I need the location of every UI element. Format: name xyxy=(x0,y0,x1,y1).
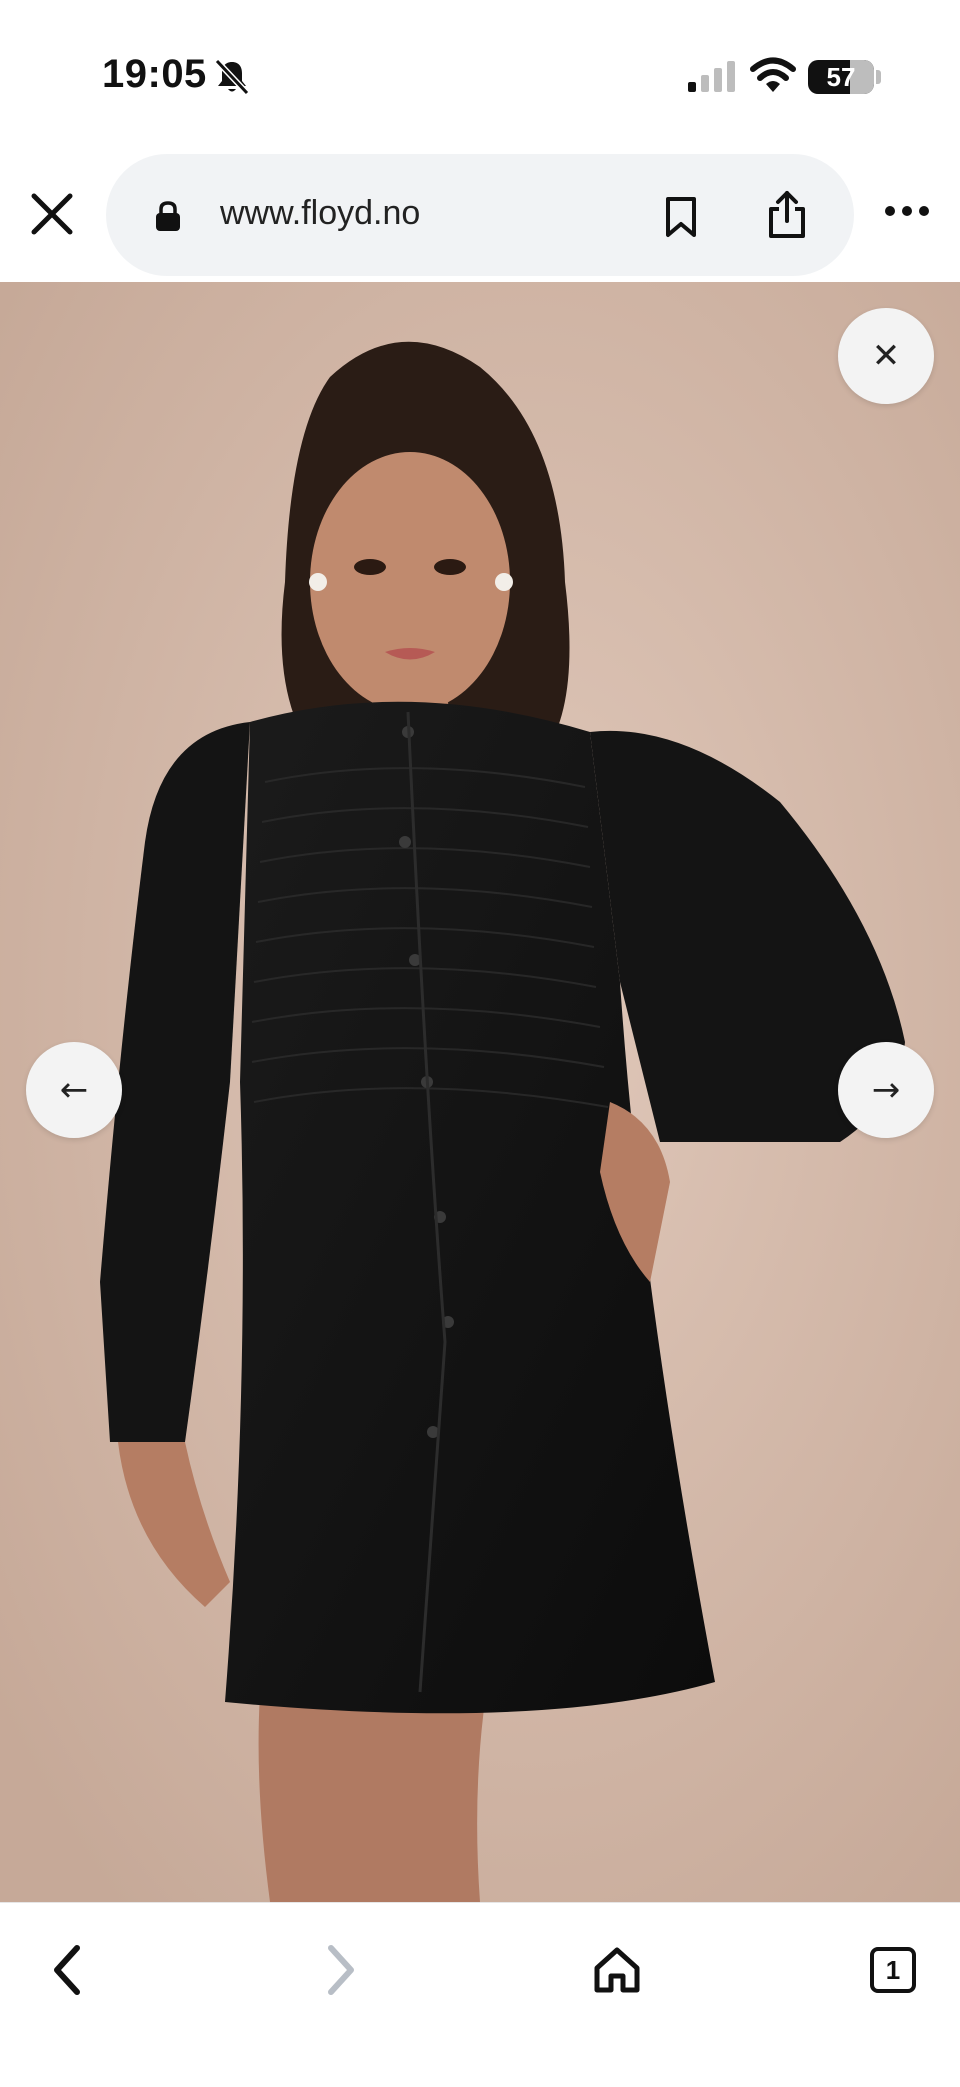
model-photo xyxy=(0,282,960,1902)
lock-icon xyxy=(156,201,180,231)
status-bar: 19:05 57 xyxy=(0,0,960,140)
status-time: 19:05 xyxy=(102,52,207,96)
bottom-toolbar: 1 xyxy=(0,1902,960,2087)
tabs-button[interactable]: 1 xyxy=(848,1925,938,2015)
url-text[interactable]: www.floyd.no xyxy=(220,194,420,233)
chevron-right-icon xyxy=(328,1945,354,1995)
close-icon[interactable] xyxy=(30,192,74,236)
previous-image-button[interactable]: ← xyxy=(26,1042,122,1138)
battery-icon: 57 xyxy=(808,60,874,94)
cellular-signal-icon xyxy=(688,61,735,92)
back-button[interactable] xyxy=(22,1925,112,2015)
close-image-button[interactable]: ✕ xyxy=(838,308,934,404)
bell-slash-icon xyxy=(214,58,250,96)
close-icon: ✕ xyxy=(871,336,901,376)
chevron-left-icon xyxy=(54,1945,80,1995)
more-icon[interactable] xyxy=(884,204,930,218)
address-bar[interactable]: www.floyd.no xyxy=(106,154,854,276)
product-image[interactable]: ✕ ← → xyxy=(0,282,960,1902)
arrow-left-icon: ← xyxy=(59,1070,89,1110)
next-image-button[interactable]: → xyxy=(838,1042,934,1138)
tabs-count: 1 xyxy=(885,1954,901,1985)
wifi-icon xyxy=(750,57,796,92)
battery-tip xyxy=(876,70,881,84)
tabs-icon: 1 xyxy=(870,1947,916,1993)
home-icon xyxy=(594,1947,640,1993)
arrow-right-icon: → xyxy=(871,1070,901,1110)
share-icon[interactable] xyxy=(766,190,808,240)
browser-bar: www.floyd.no xyxy=(0,140,960,282)
forward-button[interactable] xyxy=(296,1925,386,2015)
home-button[interactable] xyxy=(572,1925,662,2015)
bookmark-icon[interactable] xyxy=(662,196,700,238)
battery-level: 57 xyxy=(826,62,856,92)
